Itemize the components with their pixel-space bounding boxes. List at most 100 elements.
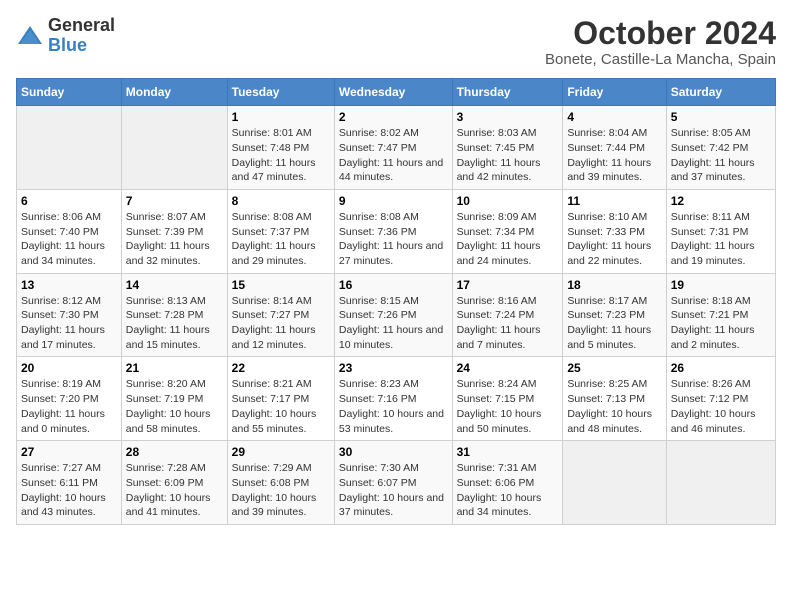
- day-info: Sunrise: 7:31 AMSunset: 6:06 PMDaylight:…: [457, 462, 542, 518]
- day-info: Sunrise: 8:23 AMSunset: 7:16 PMDaylight:…: [339, 378, 444, 434]
- day-number: 13: [21, 278, 117, 292]
- calendar-cell: 20Sunrise: 8:19 AMSunset: 7:20 PMDayligh…: [17, 357, 122, 441]
- day-info: Sunrise: 8:03 AMSunset: 7:45 PMDaylight:…: [457, 127, 541, 183]
- day-info: Sunrise: 8:06 AMSunset: 7:40 PMDaylight:…: [21, 211, 105, 267]
- calendar-cell: 4Sunrise: 8:04 AMSunset: 7:44 PMDaylight…: [563, 106, 666, 190]
- calendar-cell: 21Sunrise: 8:20 AMSunset: 7:19 PMDayligh…: [121, 357, 227, 441]
- header-tuesday: Tuesday: [227, 79, 334, 106]
- calendar-cell: 8 Sunrise: 8:08 AMSunset: 7:37 PMDaylight…: [227, 189, 334, 273]
- day-info: Sunrise: 8:05 AMSunset: 7:42 PMDaylight:…: [671, 127, 755, 183]
- day-number: 24: [457, 361, 559, 375]
- day-info: Sunrise: 7:27 AMSunset: 6:11 PMDaylight:…: [21, 462, 106, 518]
- calendar-cell: 12 Sunrise: 8:11 AMSunset: 7:31 PMDayligh…: [666, 189, 775, 273]
- calendar-cell: 16 Sunrise: 8:15 AMSunset: 7:26 PMDayligh…: [334, 273, 452, 357]
- calendar-week-3: 13 Sunrise: 8:12 AMSunset: 7:30 PMDayligh…: [17, 273, 776, 357]
- calendar-cell: 10 Sunrise: 8:09 AMSunset: 7:34 PMDayligh…: [452, 189, 563, 273]
- day-info: Sunrise: 8:24 AMSunset: 7:15 PMDaylight:…: [457, 378, 542, 434]
- day-info: Sunrise: 8:19 AMSunset: 7:20 PMDaylight:…: [21, 378, 105, 434]
- logo-blue: Blue: [48, 35, 87, 55]
- day-number: 15: [232, 278, 330, 292]
- calendar-cell: 22 Sunrise: 8:21 AMSunset: 7:17 PMDayligh…: [227, 357, 334, 441]
- calendar-cell: 31 Sunrise: 7:31 AMSunset: 6:06 PMDayligh…: [452, 441, 563, 525]
- header-thursday: Thursday: [452, 79, 563, 106]
- day-number: 10: [457, 194, 559, 208]
- day-number: 8: [232, 194, 330, 208]
- day-number: 7: [126, 194, 223, 208]
- day-info: Sunrise: 8:12 AMSunset: 7:30 PMDaylight:…: [21, 295, 105, 351]
- day-number: 1: [232, 110, 330, 124]
- header-saturday: Saturday: [666, 79, 775, 106]
- calendar-cell: 6 Sunrise: 8:06 AMSunset: 7:40 PMDaylight…: [17, 189, 122, 273]
- day-info: Sunrise: 8:26 AMSunset: 7:12 PMDaylight:…: [671, 378, 756, 434]
- day-number: 22: [232, 361, 330, 375]
- day-info: Sunrise: 8:25 AMSunset: 7:13 PMDaylight:…: [567, 378, 652, 434]
- header-monday: Monday: [121, 79, 227, 106]
- calendar-table: SundayMondayTuesdayWednesdayThursdayFrid…: [16, 78, 776, 525]
- calendar-cell: [563, 441, 666, 525]
- day-number: 14: [126, 278, 223, 292]
- day-info: Sunrise: 8:14 AMSunset: 7:27 PMDaylight:…: [232, 295, 316, 351]
- day-number: 27: [21, 445, 117, 459]
- logo-icon: [16, 24, 44, 48]
- calendar-cell: 7 Sunrise: 8:07 AMSunset: 7:39 PMDaylight…: [121, 189, 227, 273]
- day-info: Sunrise: 8:08 AMSunset: 7:37 PMDaylight:…: [232, 211, 316, 267]
- day-info: Sunrise: 8:21 AMSunset: 7:17 PMDaylight:…: [232, 378, 317, 434]
- day-info: Sunrise: 8:15 AMSunset: 7:26 PMDaylight:…: [339, 295, 443, 351]
- day-info: Sunrise: 8:09 AMSunset: 7:34 PMDaylight:…: [457, 211, 541, 267]
- day-info: Sunrise: 8:07 AMSunset: 7:39 PMDaylight:…: [126, 211, 210, 267]
- day-number: 31: [457, 445, 559, 459]
- logo-general: General: [48, 15, 115, 35]
- day-number: 16: [339, 278, 448, 292]
- calendar-cell: 29Sunrise: 7:29 AMSunset: 6:08 PMDayligh…: [227, 441, 334, 525]
- calendar-week-1: 1 Sunrise: 8:01 AMSunset: 7:48 PMDaylight…: [17, 106, 776, 190]
- calendar-cell: 19Sunrise: 8:18 AMSunset: 7:21 PMDayligh…: [666, 273, 775, 357]
- calendar-week-4: 20Sunrise: 8:19 AMSunset: 7:20 PMDayligh…: [17, 357, 776, 441]
- calendar-cell: 27 Sunrise: 7:27 AMSunset: 6:11 PMDayligh…: [17, 441, 122, 525]
- page-subtitle: Bonete, Castille-La Mancha, Spain: [545, 51, 776, 68]
- day-number: 30: [339, 445, 448, 459]
- day-info: Sunrise: 8:02 AMSunset: 7:47 PMDaylight:…: [339, 127, 443, 183]
- day-number: 5: [671, 110, 771, 124]
- day-number: 18: [567, 278, 661, 292]
- logo: General Blue: [16, 16, 115, 56]
- header-friday: Friday: [563, 79, 666, 106]
- calendar-cell: 23 Sunrise: 8:23 AMSunset: 7:16 PMDayligh…: [334, 357, 452, 441]
- day-number: 23: [339, 361, 448, 375]
- calendar-cell: [121, 106, 227, 190]
- header-sunday: Sunday: [17, 79, 122, 106]
- day-number: 29: [232, 445, 330, 459]
- day-info: Sunrise: 7:30 AMSunset: 6:07 PMDaylight:…: [339, 462, 444, 518]
- day-info: Sunrise: 8:10 AMSunset: 7:33 PMDaylight:…: [567, 211, 651, 267]
- header-wednesday: Wednesday: [334, 79, 452, 106]
- day-number: 2: [339, 110, 448, 124]
- day-number: 12: [671, 194, 771, 208]
- day-number: 3: [457, 110, 559, 124]
- calendar-cell: 1 Sunrise: 8:01 AMSunset: 7:48 PMDaylight…: [227, 106, 334, 190]
- day-info: Sunrise: 8:08 AMSunset: 7:36 PMDaylight:…: [339, 211, 443, 267]
- calendar-cell: 2 Sunrise: 8:02 AMSunset: 7:47 PMDaylight…: [334, 106, 452, 190]
- day-number: 17: [457, 278, 559, 292]
- day-info: Sunrise: 8:11 AMSunset: 7:31 PMDaylight:…: [671, 211, 755, 267]
- day-info: Sunrise: 8:18 AMSunset: 7:21 PMDaylight:…: [671, 295, 755, 351]
- page-title: October 2024: [545, 16, 776, 51]
- calendar-cell: 30 Sunrise: 7:30 AMSunset: 6:07 PMDayligh…: [334, 441, 452, 525]
- calendar-cell: 14Sunrise: 8:13 AMSunset: 7:28 PMDayligh…: [121, 273, 227, 357]
- day-info: Sunrise: 8:01 AMSunset: 7:48 PMDaylight:…: [232, 127, 316, 183]
- logo-text: General Blue: [48, 16, 115, 56]
- day-number: 21: [126, 361, 223, 375]
- day-info: Sunrise: 7:28 AMSunset: 6:09 PMDaylight:…: [126, 462, 211, 518]
- calendar-cell: 9 Sunrise: 8:08 AMSunset: 7:36 PMDaylight…: [334, 189, 452, 273]
- calendar-cell: 18Sunrise: 8:17 AMSunset: 7:23 PMDayligh…: [563, 273, 666, 357]
- calendar-cell: [17, 106, 122, 190]
- calendar-cell: 15 Sunrise: 8:14 AMSunset: 7:27 PMDayligh…: [227, 273, 334, 357]
- page-header: General Blue October 2024 Bonete, Castil…: [16, 16, 776, 68]
- day-number: 6: [21, 194, 117, 208]
- calendar-cell: 26Sunrise: 8:26 AMSunset: 7:12 PMDayligh…: [666, 357, 775, 441]
- calendar-cell: 13 Sunrise: 8:12 AMSunset: 7:30 PMDayligh…: [17, 273, 122, 357]
- calendar-cell: 11Sunrise: 8:10 AMSunset: 7:33 PMDayligh…: [563, 189, 666, 273]
- calendar-cell: 24 Sunrise: 8:24 AMSunset: 7:15 PMDayligh…: [452, 357, 563, 441]
- calendar-cell: 3 Sunrise: 8:03 AMSunset: 7:45 PMDaylight…: [452, 106, 563, 190]
- calendar-cell: 5 Sunrise: 8:05 AMSunset: 7:42 PMDaylight…: [666, 106, 775, 190]
- day-number: 9: [339, 194, 448, 208]
- day-info: Sunrise: 8:16 AMSunset: 7:24 PMDaylight:…: [457, 295, 541, 351]
